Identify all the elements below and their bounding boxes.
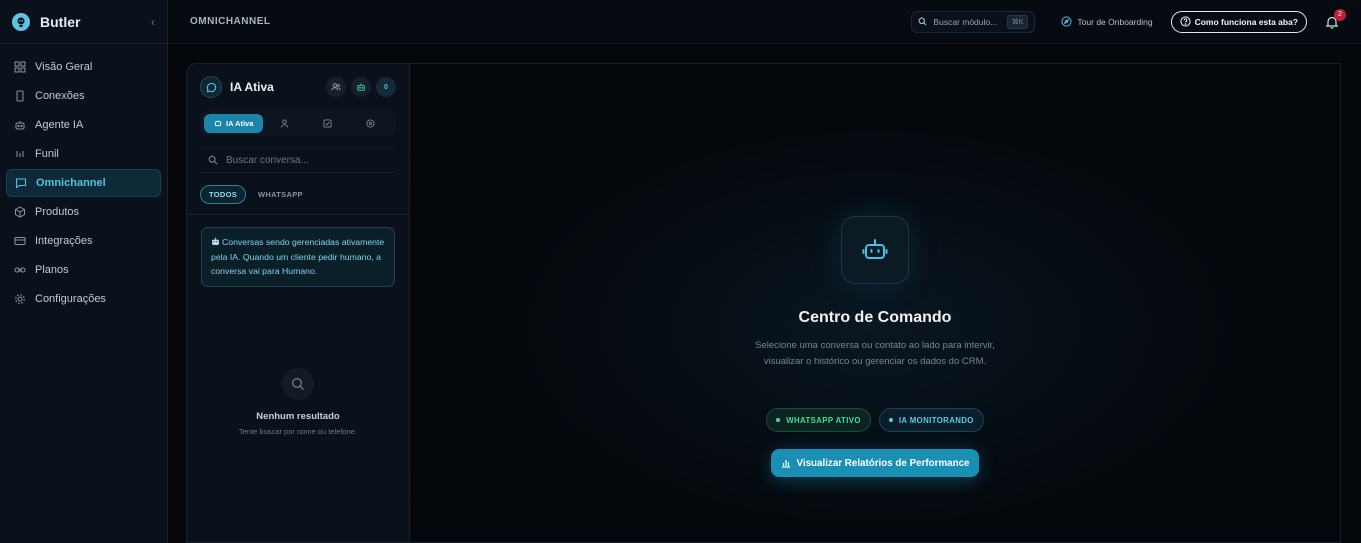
sidebar-item-label: Planos — [35, 264, 69, 276]
status-badge-whatsapp: WHATSAPP ATIVO — [766, 408, 871, 432]
compass-icon — [1061, 16, 1073, 27]
search-icon — [918, 17, 927, 26]
command-center-description: Selecione uma conversa ou contato ao lad… — [755, 340, 995, 367]
robot-icon — [841, 216, 909, 284]
sidebar-item-omnichannel[interactable]: Omnichannel — [6, 169, 161, 197]
butler-logo-icon — [12, 12, 30, 31]
help-label: Como funciona esta aba? — [1194, 16, 1298, 27]
app-name: Butler — [40, 13, 81, 30]
command-center-title: Centro de Comando — [798, 309, 952, 326]
empty-state: Nenhum resultado Tente buscar por nome o… — [187, 368, 409, 436]
view-reports-button[interactable]: Visualizar Relatórios de Performance — [771, 449, 979, 477]
sidebar-item-label: Omnichannel — [36, 177, 106, 189]
search-icon — [282, 368, 314, 400]
check-square-icon — [323, 118, 332, 128]
divider — [187, 214, 409, 215]
how-it-works-button[interactable]: Como funciona esta aba? — [1170, 10, 1307, 33]
channel-filters: TODOS WHATSAPP — [200, 185, 396, 204]
bot-icon — [214, 120, 222, 127]
help-circle-icon — [1179, 16, 1191, 27]
chat-icon — [15, 178, 27, 189]
chat-bubble-icon — [200, 76, 222, 98]
status-label: IA MONITORANDO — [898, 415, 974, 425]
sidebar-item-integracoes[interactable]: Integrações — [6, 227, 161, 255]
conversation-tabs: IA Ativa — [200, 110, 396, 136]
info-text: Conversas sendo gerenciadas ativamente p… — [211, 237, 385, 276]
view-reports-label: Visualizar Relatórios de Performance — [796, 457, 970, 469]
tab-label: IA Ativa — [226, 118, 254, 128]
bar-chart-icon — [781, 460, 790, 468]
status-dot — [776, 418, 781, 422]
sidebar-item-label: Integrações — [35, 235, 93, 247]
conversation-search — [200, 147, 396, 173]
tab-ia-ativa[interactable]: IA Ativa — [204, 113, 264, 133]
onboarding-tour-link[interactable]: Tour de Onboarding — [1061, 16, 1153, 27]
bot-filter-button[interactable] — [351, 77, 371, 97]
tab-human[interactable] — [263, 118, 306, 128]
user-icon — [281, 118, 289, 128]
funnel-icon — [16, 151, 24, 157]
gear-icon — [15, 294, 25, 304]
sidebar-item-produtos[interactable]: Produtos — [6, 198, 161, 226]
status-dot — [888, 418, 893, 422]
panel-header-actions: 0 — [326, 77, 396, 97]
filter-todos[interactable]: TODOS — [200, 185, 247, 204]
sidebar-item-planos[interactable]: Planos — [6, 256, 161, 284]
sidebar-item-label: Produtos — [35, 206, 80, 218]
status-badge-ia: IA MONITORANDO — [878, 408, 984, 432]
sidebar: Butler ‹ Visão Geral Conexões Agente IA … — [0, 0, 168, 543]
users-button[interactable] — [326, 77, 346, 97]
sidebar-item-label: Agente IA — [35, 119, 84, 131]
grid-icon — [14, 61, 26, 73]
bot-icon — [212, 237, 219, 245]
card-icon — [14, 237, 26, 245]
ia-info-box: Conversas sendo gerenciadas ativamente p… — [201, 227, 395, 287]
link-icon — [14, 267, 26, 273]
page-title: OMNICHANNEL — [190, 16, 271, 27]
target-icon — [366, 118, 375, 128]
sidebar-item-agente-ia[interactable]: Agente IA — [6, 111, 161, 139]
sidebar-item-label: Configurações — [35, 293, 106, 305]
tour-label: Tour de Onboarding — [1077, 16, 1153, 27]
conversation-search-input[interactable] — [226, 154, 376, 166]
notifications-button[interactable]: 2 — [1325, 8, 1346, 29]
empty-state-title: Nenhum resultado — [256, 411, 340, 422]
sidebar-item-conexoes[interactable]: Conexões — [6, 82, 161, 110]
conversation-panel-header: IA Ativa 0 — [187, 64, 409, 110]
module-search-label: Buscar módulo... — [933, 16, 998, 27]
conversation-count-badge: 0 — [376, 77, 396, 97]
box-icon — [15, 206, 25, 218]
phone-icon — [16, 90, 24, 102]
tab-closed[interactable] — [349, 118, 392, 128]
sidebar-item-configuracoes[interactable]: Configurações — [6, 285, 161, 313]
header-actions: Buscar módulo... ⌘K Tour de Onboarding C… — [911, 8, 1346, 33]
status-label: WHATSAPP ATIVO — [786, 415, 861, 425]
conversation-panel: IA Ativa 0 IA Ativa TODOS WH — [186, 63, 410, 543]
top-header: OMNICHANNEL Buscar módulo... ⌘K Tour de … — [168, 0, 1361, 44]
tab-resolved[interactable] — [306, 118, 349, 128]
bot-icon — [357, 83, 365, 91]
empty-state-subtitle: Tente buscar por nome ou telefone. — [239, 427, 357, 436]
collapse-sidebar-icon[interactable]: ‹ — [151, 15, 155, 29]
bot-icon — [15, 121, 25, 130]
command-center: Centro de Comando Selecione uma conversa… — [410, 63, 1341, 543]
conversation-panel-title: IA Ativa — [230, 80, 274, 94]
notification-badge: 2 — [1334, 8, 1346, 21]
sidebar-item-label: Funil — [35, 148, 59, 160]
filter-whatsapp[interactable]: WHATSAPP — [252, 190, 309, 199]
keyboard-shortcut: ⌘K — [1006, 14, 1029, 29]
search-icon — [208, 155, 218, 165]
sidebar-item-label: Visão Geral — [35, 61, 93, 73]
module-search-button[interactable]: Buscar módulo... ⌘K — [911, 10, 1036, 33]
sidebar-item-visao-geral[interactable]: Visão Geral — [6, 53, 161, 81]
sidebar-nav: Visão Geral Conexões Agente IA Funil Omn… — [0, 44, 167, 313]
sidebar-item-label: Conexões — [35, 90, 85, 102]
status-pills: WHATSAPP ATIVO IA MONITORANDO — [410, 408, 1340, 432]
brand: Butler ‹ — [0, 0, 167, 44]
sidebar-item-funil[interactable]: Funil — [6, 140, 161, 168]
users-icon — [331, 83, 341, 91]
